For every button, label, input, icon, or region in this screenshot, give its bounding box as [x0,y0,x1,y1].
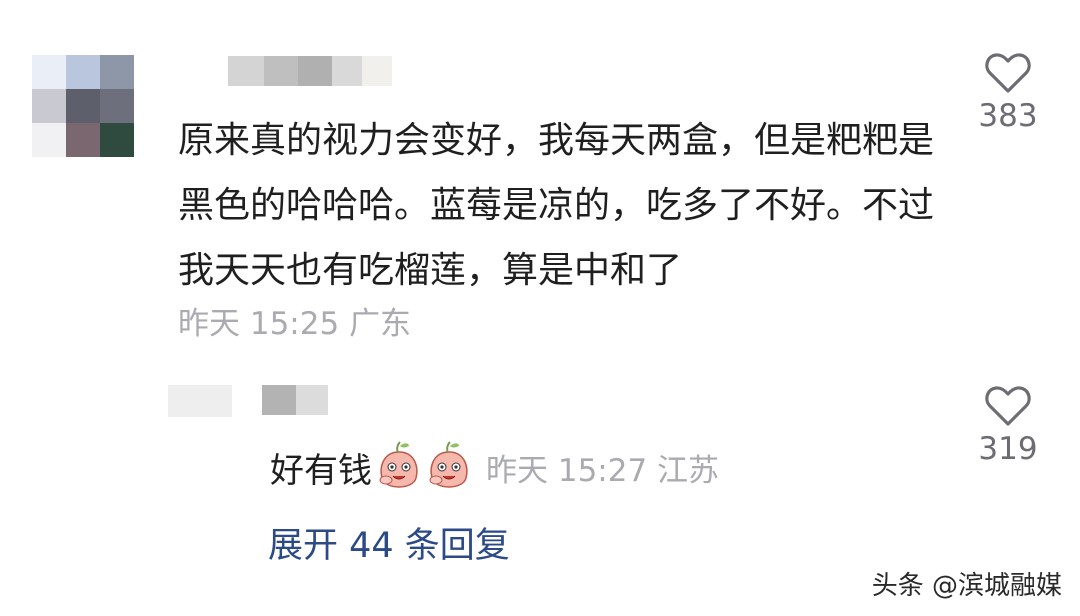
comment-meta: 昨天 15:25 广东 [178,298,411,343]
reply-username-blurred[interactable] [262,385,328,415]
comment-like-count: 383 [978,98,1038,134]
heart-icon [985,53,1031,93]
reply-meta: 昨天 15:27 江苏 [486,445,719,490]
reply-text: 好有钱 [270,450,372,491]
heart-icon [985,386,1031,426]
reply-like-count: 319 [978,431,1038,467]
reply-like-button[interactable]: 319 [968,385,1048,467]
comment-time: 昨天 15:25 [178,306,340,342]
comment-text: 原来真的视力会变好，我每天两盒，但是粑粑是黑色的哈哈哈。蓝莓是凉的，吃多了不好。… [178,120,935,291]
comment-like-button[interactable]: 383 [968,52,1048,134]
expand-replies-link[interactable]: 展开 44 条回复 [268,517,510,568]
watermark: 头条 @滨城融媒 [871,571,1062,601]
comment-location: 广东 [349,306,412,342]
avatar[interactable] [32,55,134,157]
reply-time: 昨天 15:27 [486,452,648,489]
laughing-peach-emoji-icon [379,441,418,488]
reply-content: 好有钱 昨天 15:27 江苏 [270,440,719,494]
reply-avatar[interactable] [168,385,232,417]
reply-location: 江苏 [657,452,720,489]
username-blurred[interactable] [228,56,392,86]
laughing-peach-emoji-icon [429,441,468,488]
